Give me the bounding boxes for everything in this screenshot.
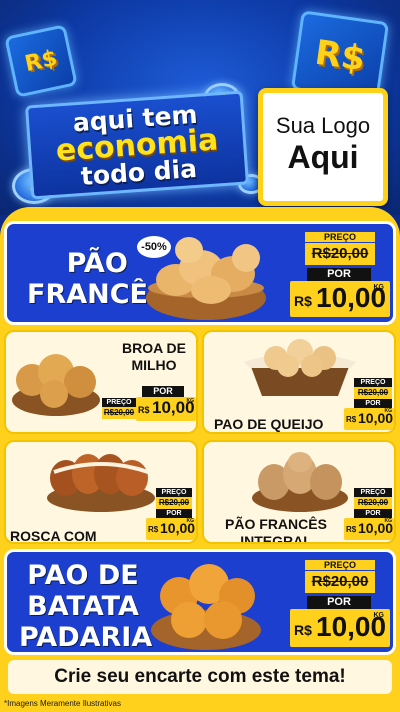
preco-label: PREÇO <box>354 378 392 387</box>
por-label: POR <box>307 596 371 609</box>
price-box: R$ 10,00 KG <box>290 609 390 647</box>
cube-right-text: R$ <box>312 32 368 80</box>
old-price: R$20,00 <box>305 571 375 593</box>
headline-badge: aqui tem economia todo dia <box>24 90 250 200</box>
price-currency: R$ <box>294 293 312 309</box>
preco-label: PREÇO <box>305 560 375 570</box>
price-box: R$ 10,00 KG <box>146 518 196 540</box>
product-pao-de-batata: PAO DE BATATA PADARIA PREÇO R$20,00 POR … <box>4 549 396 655</box>
cube-left-text: R$ <box>22 45 60 77</box>
price-unit: KG <box>384 518 393 524</box>
price-box: R$ 10,00 KG <box>344 408 394 430</box>
old-price: R$20,00 <box>102 407 136 419</box>
product-broa: BROA DE MILHO POR PREÇO R$20,00 R$ 10,00… <box>4 330 198 434</box>
product-rosca: ROSCA COM CREME PREÇO R$20,00 POR R$ 10,… <box>4 440 198 544</box>
price-unit: KG <box>186 398 195 404</box>
disclaimer: *Imagens Meramente Ilustrativas <box>4 699 121 708</box>
product-name: ROSCA COM CREME <box>10 528 97 544</box>
product-pao-integral: PÃO FRANCÊS INTEGRAL PREÇO R$20,00 POR R… <box>202 440 396 544</box>
logo-line2: Aqui <box>287 139 359 175</box>
price-unit: KG <box>373 284 385 291</box>
price-box: R$ 10,00 KG <box>136 397 196 421</box>
preco-label: PREÇO <box>305 232 375 242</box>
price-currency: R$ <box>148 525 159 534</box>
por-label: POR <box>354 509 392 518</box>
integral-basket-image <box>252 452 348 512</box>
product-pao-de-queijo: PAO DE QUEIJO PREÇO R$20,00 POR R$ 10,00… <box>202 330 396 434</box>
price-currency: R$ <box>346 525 357 534</box>
product-name-line2: INTEGRAL <box>240 533 312 544</box>
product-name-line1: PAO DE <box>27 560 139 591</box>
header-banner: R$ R$ $ $ aqui tem economia todo dia Sua… <box>0 0 400 215</box>
product-name: PÃO FRANCÊS INTEGRAL <box>224 516 328 544</box>
product-name-line1: PÃO FRANCÊS <box>225 516 327 532</box>
product-pao-frances: PÃO FRANCÊS -50% PREÇO R$20,00 POR R$ 10… <box>4 221 396 325</box>
product-name-line1: BROA DE <box>121 340 187 356</box>
preco-label: PREÇO <box>156 488 192 497</box>
product-name: PAO DE BATATA PADARIA <box>19 560 153 653</box>
logo-placeholder: Sua Logo Aqui <box>258 88 388 206</box>
preco-label: PREÇO <box>102 398 136 407</box>
price-box: R$ 10,00 KG <box>290 281 390 317</box>
price-currency: R$ <box>138 405 150 415</box>
product-name-line2: BATATA <box>27 591 139 622</box>
queijo-basket-image <box>244 339 356 396</box>
por-label: POR <box>142 386 184 397</box>
batata-basket-image <box>151 564 261 650</box>
price-box: R$ 10,00 KG <box>344 518 394 540</box>
old-price: R$20,00 <box>305 243 375 265</box>
old-price: R$20,00 <box>354 497 392 509</box>
logo-line1: Sua Logo <box>275 113 371 138</box>
bread-basket-image <box>146 237 266 320</box>
cta-banner: Crie seu encarte com este tema! <box>8 660 392 694</box>
rosca-basket-image <box>47 454 155 512</box>
product-name-line2: MILHO <box>131 357 177 373</box>
price-currency: R$ <box>294 622 312 638</box>
product-name: PAO DE QUEIJO <box>214 416 324 432</box>
product-name-line3: PADARIA <box>19 622 153 653</box>
por-label: POR <box>354 399 392 408</box>
currency-cube-left-icon: R$ <box>4 24 78 98</box>
old-price: R$20,00 <box>156 497 192 509</box>
price-unit: KG <box>373 612 385 619</box>
product-name: BROA DE MILHO <box>114 340 194 374</box>
por-label: POR <box>307 268 371 281</box>
por-label: POR <box>156 509 192 518</box>
broa-basket-image <box>12 354 100 416</box>
price-unit: KG <box>186 518 195 524</box>
preco-label: PREÇO <box>354 488 392 497</box>
price-unit: KG <box>384 408 393 414</box>
price-currency: R$ <box>346 415 357 424</box>
old-price: R$20,00 <box>354 387 392 399</box>
